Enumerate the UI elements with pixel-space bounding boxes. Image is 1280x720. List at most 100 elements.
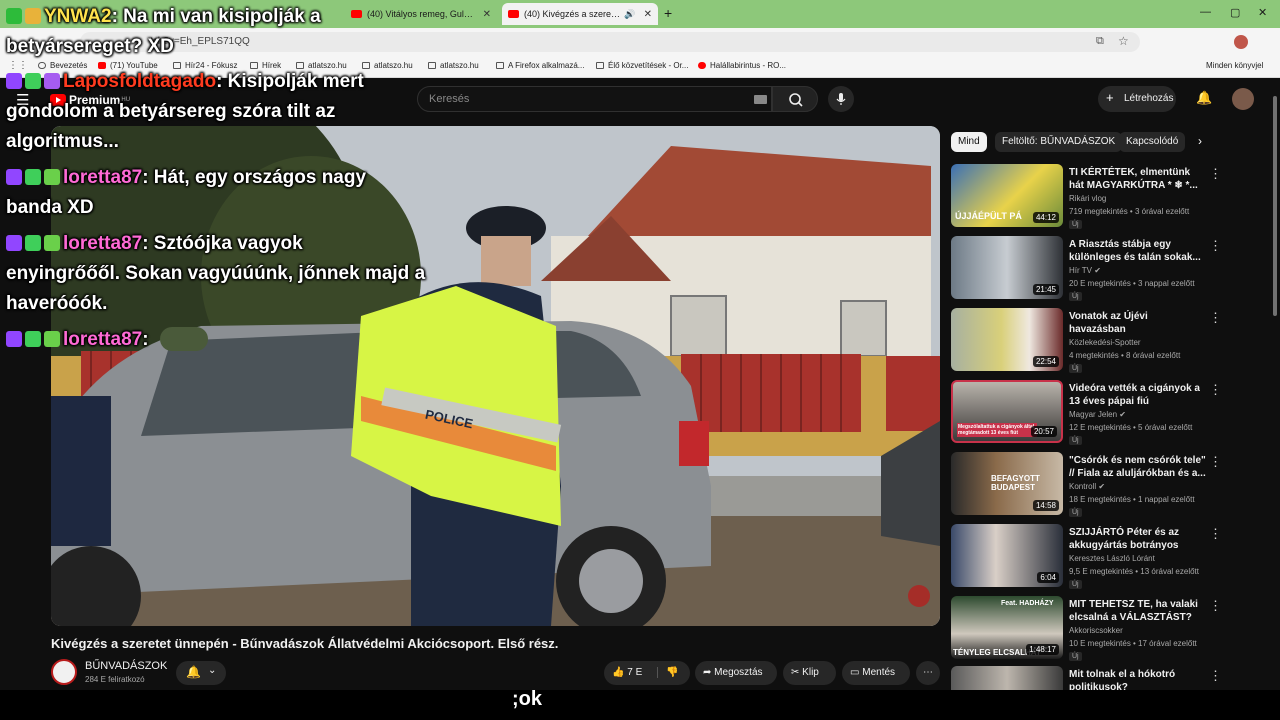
bookmark[interactable]: Minden könyvjel <box>1206 61 1263 70</box>
chip-related[interactable]: Kapcsolódó <box>1119 132 1186 152</box>
bookmark-icon: ▭ <box>850 667 860 678</box>
more-icon: ⋯ <box>923 667 933 678</box>
subscriber-count: 284 E feliratkozó <box>85 675 145 684</box>
recommendation-item[interactable]: ÚJJÁÉPÜLT PÁ 44:12 TI KÉRTÉTEK, elmentün… <box>951 164 1271 230</box>
twitch-badge-icon <box>6 73 22 89</box>
keyboard-icon[interactable] <box>754 95 767 104</box>
new-badge: Új <box>1069 364 1082 373</box>
save-button[interactable]: ▭ Mentés <box>842 661 910 685</box>
star-icon[interactable]: ☆ <box>1118 34 1129 48</box>
search-button[interactable] <box>772 86 818 112</box>
bottom-bar <box>0 690 1280 720</box>
video-thumbnail[interactable]: ÚJJÁÉPÜLT PÁ 44:12 <box>951 164 1063 227</box>
video-thumbnail[interactable]: Feat. HADHÁZY TÉNYLEG ELCSALHAT 1:48:17 <box>951 596 1063 659</box>
clip-button[interactable]: ✂ Klip <box>783 661 836 685</box>
recommendation-item[interactable]: 6:04 SZIJJÁRTÓ Péter és az akkugyártás b… <box>951 524 1271 590</box>
speaker-icon[interactable]: 🔊 <box>624 9 635 20</box>
video-thumbnail[interactable]: 21:45 <box>951 236 1063 299</box>
frog-badge-icon <box>44 331 60 347</box>
star-badge-icon <box>44 73 60 89</box>
sword-badge-icon <box>25 235 41 251</box>
video-thumbnail[interactable] <box>951 666 1063 690</box>
profile-avatar[interactable] <box>1234 35 1248 49</box>
subscription-bell-button[interactable]: 🔔 ⌄ <box>176 661 226 685</box>
frog-badge-icon <box>44 169 60 185</box>
chevron-down-icon: ⌄ <box>208 665 217 676</box>
recommendation-item[interactable]: BEFAGYOTT BUDAPEST 14:58 "Csórók és nem … <box>951 452 1271 518</box>
frog-badge-icon <box>44 235 60 251</box>
chat-message: loretta87: <box>6 325 208 355</box>
more-icon[interactable]: ⋮ <box>1209 526 1222 542</box>
subtitle-text: ;ok <box>512 688 542 710</box>
emote-image <box>159 327 208 351</box>
thumbs-down-icon: 👎 <box>666 667 679 678</box>
channel-avatar[interactable] <box>51 659 77 685</box>
chat-message-continuation: banda XD <box>6 197 94 218</box>
recommendation-item[interactable]: 22:54 Vonatok az Újévi havazásban Közlek… <box>951 308 1271 374</box>
more-icon[interactable]: ⋮ <box>1209 668 1222 684</box>
new-tab-button[interactable]: + <box>664 5 672 21</box>
chat-message: loretta87: Sztóójka vagyok <box>6 229 303 259</box>
search-icon <box>789 93 803 107</box>
bookmark[interactable]: Halállabirintus - RO... <box>698 61 786 70</box>
video-thumbnail[interactable]: Megszólaltattuk a cigányok által megtáma… <box>951 380 1063 443</box>
new-badge: Új <box>1069 580 1082 589</box>
scrollbar-thumb[interactable] <box>1273 96 1277 316</box>
recommendation-item[interactable]: Feat. HADHÁZY TÉNYLEG ELCSALHAT 1:48:17 … <box>951 596 1271 662</box>
maximize-icon[interactable]: ▢ <box>1230 6 1240 19</box>
verified-icon: ✔ <box>1094 266 1101 275</box>
more-icon[interactable]: ⋮ <box>1209 454 1222 470</box>
video-thumbnail[interactable]: 22:54 <box>951 308 1063 371</box>
voice-search-button[interactable] <box>828 86 854 112</box>
minimize-icon[interactable]: — <box>1200 6 1211 18</box>
pip-icon[interactable]: ⧉ <box>1096 35 1104 48</box>
more-icon[interactable]: ⋮ <box>1209 238 1222 254</box>
more-icon[interactable]: ⋮ <box>1209 310 1222 326</box>
folder-icon <box>496 62 504 69</box>
close-icon[interactable]: ✕ <box>644 9 652 20</box>
site-icon <box>596 62 604 69</box>
chip-all[interactable]: Mind <box>951 132 987 152</box>
dislike-button[interactable]: 👎 <box>657 667 679 678</box>
microphone-icon <box>836 93 846 105</box>
search-input[interactable]: Keresés <box>417 86 772 112</box>
sword-badge-icon <box>25 169 41 185</box>
like-button[interactable]: 👍 7 E <box>612 667 642 678</box>
more-actions-button[interactable]: ⋯ <box>916 661 940 685</box>
avatar[interactable] <box>1232 88 1254 110</box>
recommendation-item[interactable]: 21:45 A Riasztás stábja egy különleges é… <box>951 236 1271 302</box>
video-title: Kivégzés a szeretet ünnepén - Bűnvadászo… <box>51 636 559 651</box>
bookmark[interactable]: Élő közvetítések - Or... <box>596 61 688 70</box>
tab-kivegzes[interactable]: (40) Kivégzés a szeretet ünn 🔊 ✕ <box>502 3 658 25</box>
notifications-icon[interactable]: 🔔 <box>1196 90 1212 106</box>
plus-icon: + <box>1106 90 1114 105</box>
sword-badge-icon <box>25 73 41 89</box>
verified-icon: ✔ <box>1098 482 1106 491</box>
close-icon[interactable]: ✕ <box>483 9 491 20</box>
new-badge: Új <box>1069 508 1082 517</box>
chat-overlay: YNWA2: Na mi van kisipolják a betyársere… <box>0 0 440 360</box>
new-badge: Új <box>1069 436 1082 445</box>
more-icon[interactable]: ⋮ <box>1209 382 1222 398</box>
new-badge: Új <box>1069 292 1082 301</box>
share-button[interactable]: ➦ Megosztás <box>695 661 777 685</box>
recommendation-item[interactable]: Mit tolnak el a hókotró politikusok? ⋮ <box>951 666 1271 690</box>
more-icon[interactable]: ⋮ <box>1209 166 1222 182</box>
scissors-icon: ✂ <box>791 667 800 678</box>
like-dislike-group: 👍 7 E 👎 <box>604 661 690 685</box>
video-thumbnail[interactable]: 6:04 <box>951 524 1063 587</box>
chevron-right-icon[interactable]: › <box>1198 134 1202 148</box>
twitch-badge-icon <box>6 235 22 251</box>
bookmark[interactable]: A Firefox alkalmazá... <box>496 61 584 70</box>
chat-message: Laposfoldtagado: Kisipolják mert <box>6 67 364 97</box>
new-badge: Új <box>1069 652 1082 661</box>
channel-name[interactable]: BŰNVADÁSZOK <box>85 660 167 672</box>
page-scrollbar[interactable] <box>1272 96 1278 696</box>
thumbs-up-icon: 👍 <box>612 667 625 678</box>
chip-uploader[interactable]: Feltöltő: BŰNVADÁSZOK <box>995 132 1123 152</box>
chat-message-continuation: betyársereget? XD <box>6 36 174 57</box>
recommendation-item[interactable]: Megszólaltattuk a cigányok által megtáma… <box>951 380 1271 446</box>
video-thumbnail[interactable]: BEFAGYOTT BUDAPEST 14:58 <box>951 452 1063 515</box>
close-window-icon[interactable]: ✕ <box>1258 6 1267 19</box>
more-icon[interactable]: ⋮ <box>1209 598 1222 614</box>
